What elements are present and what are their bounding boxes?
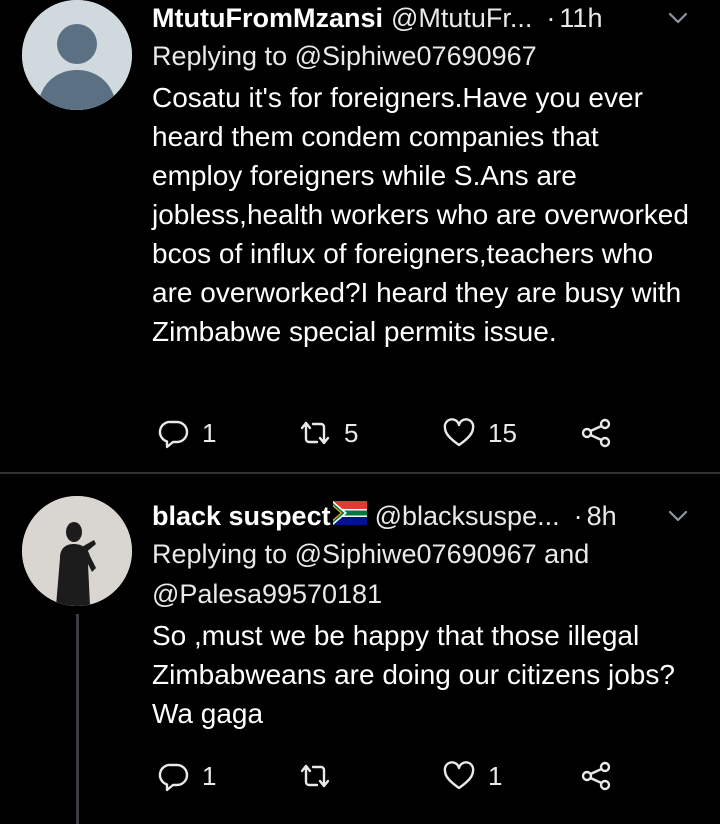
- chevron-down-icon[interactable]: [664, 4, 692, 32]
- avatar[interactable]: [22, 496, 132, 606]
- display-name[interactable]: MtutuFromMzansi: [152, 3, 383, 34]
- reply-icon: [158, 417, 190, 449]
- display-name[interactable]: black suspect: [152, 501, 331, 532]
- tweet-header: black suspect @blacksuspe... · 8h: [152, 498, 696, 534]
- replying-to[interactable]: Replying to @Siphiwe07690967: [152, 36, 696, 76]
- action-bar: 1 5 15: [152, 413, 696, 453]
- retweet-count: 5: [344, 417, 359, 448]
- share-icon: [580, 760, 612, 792]
- timestamp[interactable]: 11h: [559, 3, 602, 34]
- user-handle[interactable]: @blacksuspe...: [375, 501, 560, 532]
- separator-dot: ·: [546, 2, 556, 33]
- avatar[interactable]: [22, 0, 132, 110]
- thread-line: [76, 614, 79, 824]
- retweet-button[interactable]: [298, 756, 344, 796]
- separator-dot: ·: [573, 500, 583, 531]
- like-count: 15: [488, 417, 517, 448]
- reply-count: 1: [202, 417, 217, 448]
- chevron-down-icon[interactable]: [664, 502, 692, 530]
- like-button[interactable]: 15: [442, 413, 517, 453]
- tweet[interactable]: MtutuFromMzansi @MtutuFr... · 11h Replyi…: [0, 0, 720, 472]
- tweet-text: Cosatu it's for foreigners.Have you ever…: [152, 82, 689, 347]
- like-count: 1: [488, 760, 503, 791]
- user-handle[interactable]: @MtutuFr...: [391, 3, 532, 34]
- replying-to[interactable]: Replying to @Siphiwe07690967 and @Palesa…: [152, 534, 696, 614]
- heart-icon: [442, 760, 476, 792]
- share-button[interactable]: [580, 756, 612, 796]
- reply-button[interactable]: 1: [158, 413, 216, 453]
- reply-button[interactable]: 1: [158, 756, 216, 796]
- south-africa-flag-icon: [332, 500, 367, 532]
- silhouette-avatar-icon: [22, 496, 132, 606]
- tweet-header: MtutuFromMzansi @MtutuFr... · 11h: [152, 0, 696, 36]
- retweet-icon: [298, 417, 332, 449]
- default-avatar-icon: [22, 0, 132, 110]
- action-bar: 1 1: [152, 756, 696, 796]
- timestamp[interactable]: 8h: [587, 501, 617, 532]
- heart-icon: [442, 417, 476, 449]
- reply-count: 1: [202, 760, 217, 791]
- tweet-content: black suspect @blacksuspe... · 8h Replyi…: [152, 498, 696, 733]
- share-button[interactable]: [580, 413, 612, 453]
- retweet-button[interactable]: 5: [298, 413, 358, 453]
- tweet-content: MtutuFromMzansi @MtutuFr... · 11h Replyi…: [152, 0, 696, 351]
- share-icon: [580, 417, 612, 449]
- reply-icon: [158, 760, 190, 792]
- tweet-text: So ,must we be happy that those illegal …: [152, 620, 675, 729]
- like-button[interactable]: 1: [442, 756, 502, 796]
- retweet-icon: [298, 760, 332, 792]
- tweet[interactable]: black suspect @blacksuspe... · 8h Replyi…: [0, 474, 720, 824]
